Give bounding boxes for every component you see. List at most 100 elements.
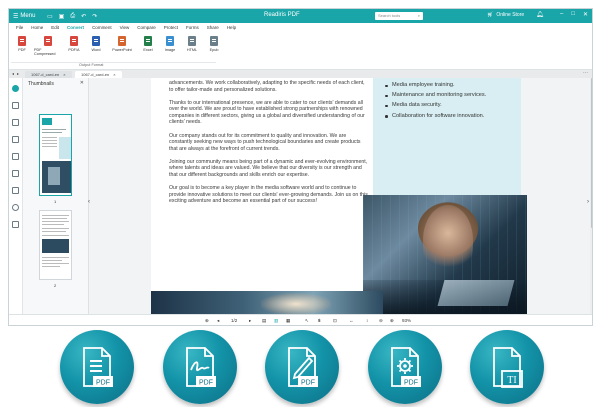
menu-share[interactable]: Share <box>203 23 223 32</box>
continuous-view-icon[interactable]: ▥ <box>274 318 278 324</box>
forward-arrow-icon[interactable]: ▸ <box>17 71 19 76</box>
tab-navigation: ◂ ▸ <box>12 71 19 76</box>
minimize-icon[interactable]: – <box>560 11 563 18</box>
search-icon: ⌕ <box>417 13 420 18</box>
convert-pdf-button[interactable]: PDF <box>12 36 32 56</box>
redo-icon[interactable]: ↷ <box>92 13 97 20</box>
fit-height-icon[interactable]: ↕ <box>366 318 368 323</box>
word-file-icon <box>92 36 100 46</box>
ribbon-group-divider <box>11 62 216 63</box>
left-tool-rail <box>9 78 23 314</box>
history-icon[interactable] <box>12 204 19 211</box>
menu-protect[interactable]: Protect <box>160 23 182 32</box>
menu-compare[interactable]: Compare <box>133 23 160 32</box>
excel-file-icon <box>144 36 152 46</box>
notification-bell-icon[interactable]: 🔔︎ <box>536 11 544 18</box>
convert-excel-button[interactable]: Excel <box>138 36 158 56</box>
menu-button[interactable]: ☰ Menu <box>9 13 41 20</box>
fit-width-icon[interactable]: ↔ <box>349 318 354 323</box>
page-thumbnail-2-preview <box>40 211 71 279</box>
convert-word-button[interactable]: Word <box>86 36 106 56</box>
menu-comment[interactable]: Comment <box>88 23 116 32</box>
undo-icon[interactable]: ↶ <box>81 13 86 20</box>
pdf-settings-icon: PDF <box>368 330 442 404</box>
previous-page-icon[interactable]: ◂ <box>217 318 219 324</box>
collapse-left-panel-icon[interactable]: ‹ <box>88 199 90 205</box>
hand-tool-icon[interactable]: ✋︎ <box>318 318 321 323</box>
pdf-compressed-icon <box>44 36 52 46</box>
print-icon[interactable]: ⎙ <box>70 13 75 20</box>
fit-page-icon[interactable]: ⊡ <box>333 318 337 324</box>
menu-file[interactable]: File <box>12 23 27 32</box>
maximize-icon[interactable]: □ <box>571 11 575 18</box>
bullet-item: Maintenance and monitoring services. <box>385 92 521 99</box>
close-icon[interactable]: ✕ <box>583 11 588 18</box>
single-page-view-icon[interactable]: ▤ <box>262 318 266 324</box>
open-folder-icon[interactable]: ▭ <box>47 13 53 20</box>
thumbnails-title: Thumbnails <box>28 81 54 87</box>
menu-home[interactable]: Home <box>27 23 47 32</box>
text-recognition-icon: TI <box>470 330 544 404</box>
panel-close-icon[interactable]: ✕ <box>80 80 84 86</box>
search-input[interactable]: Search tools ⌕ <box>375 12 423 20</box>
document-viewer[interactable]: advancements. We work collaboratively, a… <box>89 78 592 314</box>
attachment-icon[interactable] <box>12 119 19 126</box>
quick-access-toolbar: ▭ ▣ ⎙ ↶ ↷ <box>47 13 97 20</box>
page-thumbnail-1[interactable] <box>39 114 72 196</box>
comment-icon[interactable] <box>12 170 19 177</box>
menu-view[interactable]: View <box>116 23 134 32</box>
ribbon: PDF PDF Compressed PDF/A Word PowerPoint… <box>9 32 592 70</box>
menu-convert[interactable]: Convert <box>63 23 89 33</box>
back-arrow-icon[interactable]: ◂ <box>12 71 14 76</box>
two-page-view-icon[interactable]: ▦ <box>286 318 290 324</box>
signature-icon[interactable] <box>12 187 19 194</box>
woman-at-laptop-photo <box>363 195 527 314</box>
layers-icon[interactable] <box>12 136 19 143</box>
thumbnails-icon[interactable] <box>12 85 19 92</box>
page-thumbnail-2[interactable] <box>39 210 72 280</box>
zoom-in-icon[interactable]: ⊕ <box>390 318 394 324</box>
security-icon[interactable] <box>12 221 19 228</box>
bullet-item: Collaboration for software innovation. <box>385 113 521 120</box>
powerpoint-file-icon <box>118 36 126 46</box>
paragraph: Thanks to our international presence, we… <box>169 99 365 126</box>
services-sidebar: Media employee training. Maintenance and… <box>373 78 521 198</box>
document-tab-active[interactable]: 1067-d_card-en × <box>75 71 122 78</box>
paragraph: Joining our community means being part o… <box>169 158 368 179</box>
first-page-icon[interactable]: ⊕ <box>205 318 209 324</box>
menu-help[interactable]: Help <box>223 23 240 32</box>
zoom-level[interactable]: 93% <box>402 318 411 323</box>
body-text-column: advancements. We work collaboratively, a… <box>169 80 369 211</box>
convert-powerpoint-button[interactable]: PowerPoint <box>108 36 136 56</box>
convert-pdf-compressed-button[interactable]: PDF Compressed <box>34 36 62 56</box>
select-cursor-icon[interactable]: ↖ <box>305 318 309 324</box>
online-store-button[interactable]: 🛒︎ Online Store <box>487 12 524 18</box>
menu-edit[interactable]: Edit <box>47 23 63 32</box>
bullet-item: Media data security. <box>385 102 521 109</box>
save-icon[interactable]: ▣ <box>59 13 65 20</box>
app-window: ☰ Menu ▭ ▣ ⎙ ↶ ↷ Readiris PDF Search too… <box>8 8 593 326</box>
epub-file-icon <box>210 36 218 46</box>
document-page: advancements. We work collaboratively, a… <box>151 78 527 314</box>
convert-epub-button[interactable]: Epub <box>204 36 224 56</box>
pdf-file-icon <box>18 36 26 46</box>
tab-close-icon[interactable]: × <box>113 71 115 78</box>
pdf-document-icon: PDF <box>60 330 134 404</box>
convert-pdfa-button[interactable]: PDF/A <box>64 36 84 56</box>
document-tab[interactable]: 1067-d_card-en × <box>25 71 72 78</box>
convert-html-button[interactable]: HTML <box>182 36 202 56</box>
more-options-icon[interactable]: ⋯ <box>583 70 588 76</box>
window-controls: – □ ✕ <box>560 11 588 18</box>
collapse-right-panel-icon[interactable]: › <box>587 199 589 205</box>
page-indicator[interactable]: 1/2 <box>231 318 237 323</box>
pdf-signature-icon: PDF <box>163 330 237 404</box>
zoom-out-icon[interactable]: ⊖ <box>379 318 383 324</box>
bookmark-icon[interactable] <box>12 102 19 109</box>
page-number-1: 1 <box>54 199 57 204</box>
tab-close-icon[interactable]: × <box>63 71 65 78</box>
image-icon[interactable] <box>12 153 19 160</box>
menu-forms[interactable]: Forms <box>182 23 203 32</box>
vertical-scrollbar[interactable] <box>590 78 592 314</box>
next-page-icon[interactable]: ▸ <box>249 318 251 324</box>
convert-image-button[interactable]: Image <box>160 36 180 56</box>
